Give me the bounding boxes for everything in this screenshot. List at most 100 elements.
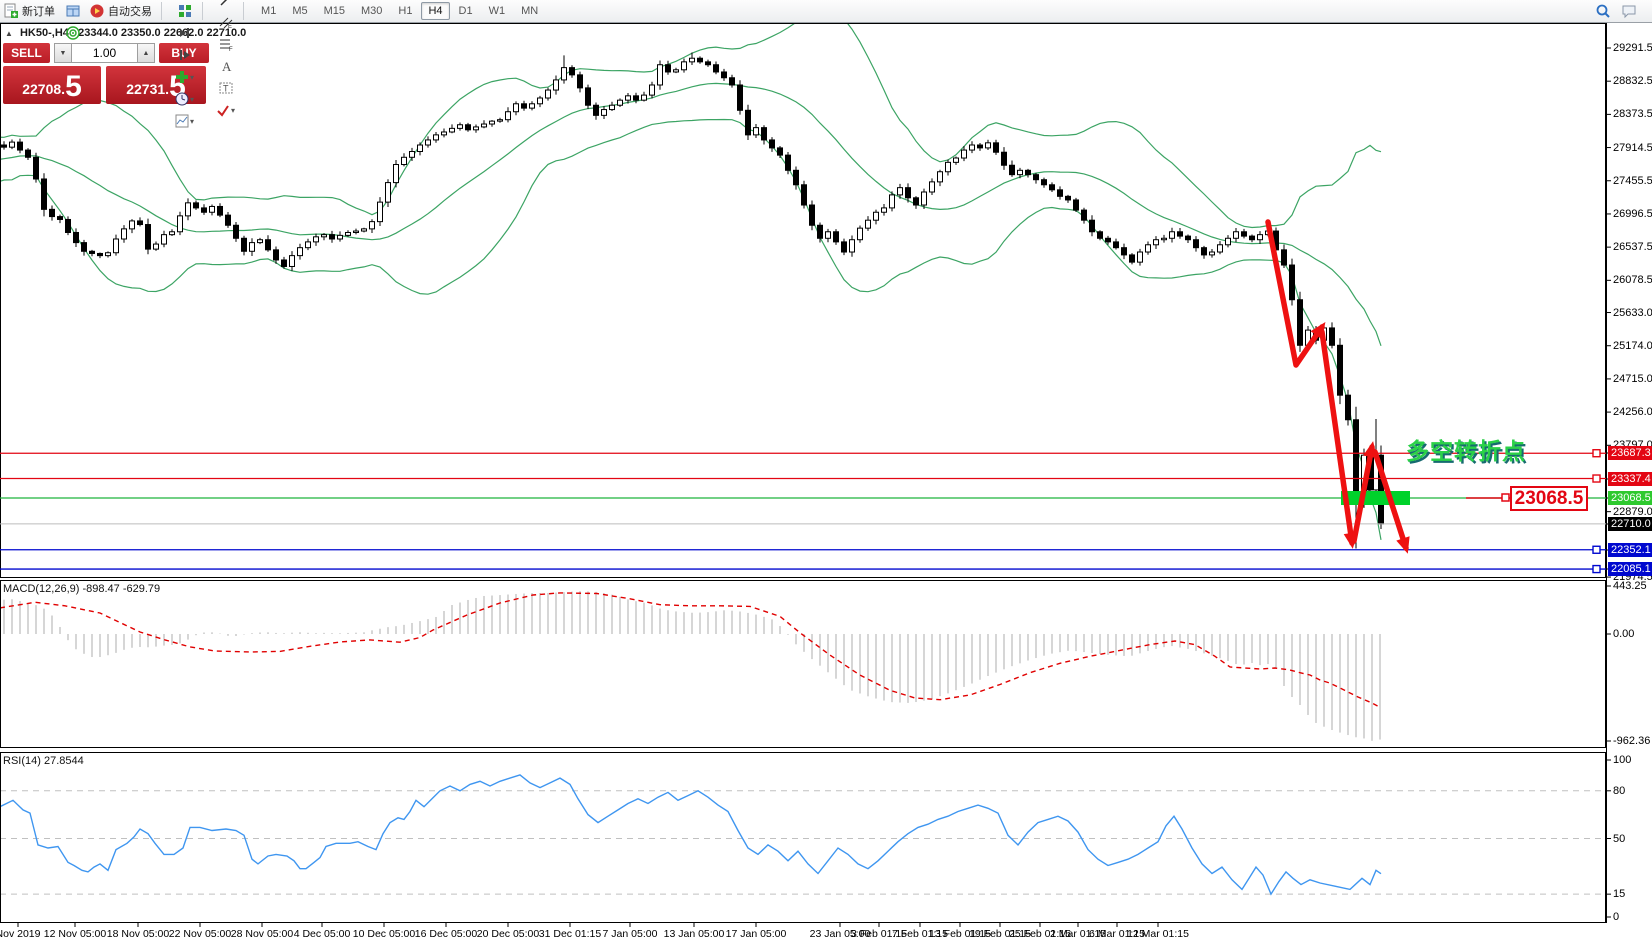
volume-decrease-button[interactable]: ▼ (54, 43, 72, 63)
tile-windows-button[interactable] (172, 0, 197, 22)
price-tick-label: 28832.5 (1613, 75, 1652, 87)
toolbar: 新订单 自动交易 ▾▾▾ EFAT▾ M1M5M15M30H1H4D1W1MN (0, 0, 1652, 23)
volume-increase-button[interactable]: ▲ (137, 43, 155, 63)
price-tick-label: 26078.5 (1613, 274, 1652, 286)
price-tag-pivot-line: 23068.5 (1608, 491, 1652, 505)
svg-text:A: A (222, 59, 232, 74)
sell-price-button[interactable]: 22708. 5 (3, 66, 101, 104)
dropdown-caret-icon[interactable]: ▾ (231, 106, 235, 115)
macd-axis-label: 0.00 (1613, 628, 1634, 640)
fibonacci-button[interactable]: F (213, 33, 238, 55)
time-axis-label: 10 Dec 05:00 (353, 928, 415, 940)
dropdown-caret-icon[interactable]: ▾ (190, 95, 194, 104)
rsi-axis-label: 80 (1613, 785, 1625, 797)
time-axis-label: 12 Nov 05:00 (44, 928, 106, 940)
volume-value[interactable]: 1.00 (72, 43, 137, 63)
trendline-icon (218, 0, 234, 8)
price-tick-label: 26537.5 (1613, 241, 1652, 253)
time-axis-label: 17 Jan 05:00 (726, 928, 787, 940)
dropdown-caret-icon[interactable]: ▾ (190, 73, 194, 82)
rsi-header: RSI(14) 27.8544 (3, 755, 84, 767)
red-arrow-head (1396, 536, 1409, 553)
volume-stepper: ▼ 1.00 ▲ (54, 43, 155, 63)
chart-canvas[interactable] (0, 0, 1652, 945)
timeframe-h4[interactable]: H4 (421, 2, 449, 20)
macd-header: MACD(12,26,9) -898.47 -629.79 (3, 583, 160, 595)
auto-scroll-button[interactable] (172, 22, 197, 44)
timeframe-m30[interactable]: M30 (354, 2, 389, 20)
new-order-icon (3, 3, 19, 19)
rsi-axis-label: 15 (1613, 888, 1625, 900)
price-tick-label: 24715.0 (1613, 373, 1652, 385)
chart-shift-icon (177, 47, 193, 63)
collapse-triangle-icon[interactable]: ▲ (5, 29, 13, 38)
data-window-button[interactable] (61, 0, 85, 22)
timeframe-group: M1M5M15M30H1H4D1W1MN (253, 5, 546, 17)
rsi-indicator[interactable] (0, 775, 1606, 894)
templates-button[interactable]: ▾ (172, 110, 197, 132)
timeframe-d1[interactable]: D1 (452, 2, 480, 20)
chart-shift-button[interactable] (172, 44, 197, 66)
templates-icon (174, 113, 190, 129)
tile-windows-icon (177, 3, 193, 19)
timeframe-m15[interactable]: M15 (317, 2, 352, 20)
buy-price-main: 22731. (126, 77, 169, 101)
price-box-handle[interactable] (1502, 494, 1509, 501)
green-highlight-box[interactable] (1341, 491, 1410, 505)
macd-indicator[interactable] (0, 591, 1381, 741)
price-tag-resistance-line-2: 23337.4 (1608, 472, 1652, 486)
autotrading-label: 自动交易 (108, 3, 152, 19)
new-order-icon (3, 3, 19, 19)
chat-button[interactable] (1617, 0, 1641, 22)
price-tag-resistance-line-1: 23687.3 (1608, 446, 1652, 460)
signals-button[interactable] (61, 22, 85, 44)
search-button[interactable] (1591, 0, 1615, 22)
periods-icon (174, 91, 190, 107)
periods-button[interactable]: ▾ (172, 88, 197, 110)
time-axis-label: 18 Nov 05:00 (107, 928, 169, 940)
price-tag-current-price-line: 22710.0 (1608, 517, 1652, 531)
time-axis-label: Nov 2019 (0, 928, 40, 940)
dropdown-caret-icon[interactable]: ▾ (190, 117, 194, 126)
text-button[interactable]: A (213, 55, 238, 77)
trendline-button[interactable] (213, 0, 238, 11)
timeframe-m5[interactable]: M5 (285, 2, 314, 20)
price-tick-label: 28373.5 (1613, 108, 1652, 120)
support-line-1-handle[interactable] (1593, 546, 1600, 553)
sell-button[interactable]: SELL (3, 43, 50, 63)
time-axis-label: 12 Mar 01:15 (1127, 928, 1189, 940)
autotrading-icon (89, 3, 105, 19)
rsi-line (0, 775, 1381, 894)
macd-axis-label: -962.36 (1613, 735, 1650, 747)
rsi-axis-label: 50 (1613, 833, 1625, 845)
text-icon: A (218, 58, 234, 74)
price-tick-label: 25633.0 (1613, 307, 1652, 319)
sell-price-main: 22708. (22, 77, 65, 101)
candles (2, 52, 1384, 548)
timeframe-m1[interactable]: M1 (254, 2, 283, 20)
timeframe-w1[interactable]: W1 (482, 2, 513, 20)
price-callout-box[interactable]: 23068.5 (1510, 486, 1588, 511)
turning-point-annotation[interactable]: 多空转折点 (1406, 432, 1526, 466)
channel-button[interactable]: E (213, 11, 238, 33)
time-axis-label: 22 Nov 05:00 (169, 928, 231, 940)
price-tick-label: 24256.0 (1613, 406, 1652, 418)
price-tick-label: 27914.5 (1613, 142, 1652, 154)
autotrading-icon (89, 3, 105, 19)
arrows-button[interactable]: ▾ (213, 99, 238, 121)
auto-scroll-icon (177, 25, 193, 41)
resistance-line-2-handle[interactable] (1593, 475, 1600, 482)
autotrading-button[interactable]: 自动交易 (87, 0, 156, 22)
support-line-2-handle[interactable] (1593, 566, 1600, 573)
toolbar-separator (243, 2, 250, 20)
price-tick-label: 25174.0 (1613, 340, 1652, 352)
text-label-button[interactable]: T (213, 77, 238, 99)
indicators-button[interactable]: ▾ (172, 66, 197, 88)
timeframe-h1[interactable]: H1 (391, 2, 419, 20)
new-order-button[interactable]: 新订单 (1, 0, 59, 22)
resistance-line-1-handle[interactable] (1593, 450, 1600, 457)
time-axis-label: 16 Dec 05:00 (415, 928, 477, 940)
macd-axis-label: 443.25 (1613, 580, 1647, 592)
timeframe-mn[interactable]: MN (514, 2, 545, 20)
search-icon (1595, 3, 1611, 19)
